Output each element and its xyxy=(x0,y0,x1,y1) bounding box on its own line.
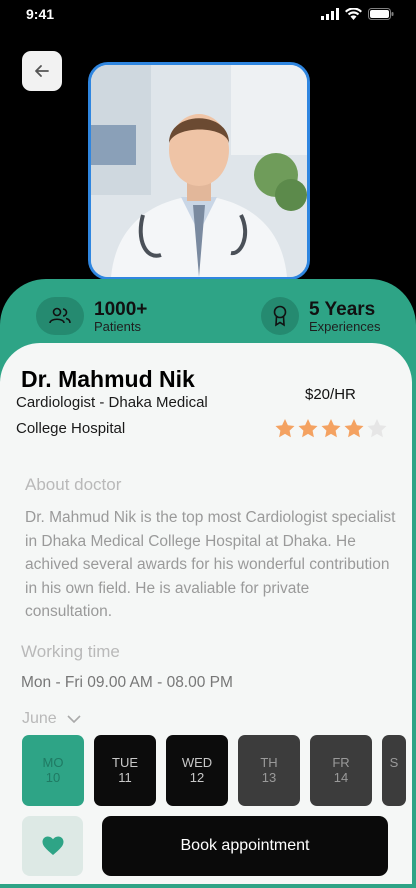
patients-stat: 1000+ Patients xyxy=(36,297,147,335)
favorite-button[interactable] xyxy=(22,816,83,876)
wifi-icon xyxy=(345,8,362,20)
arrow-left-icon xyxy=(35,65,49,77)
price-per-hour: $20/HR xyxy=(305,386,356,403)
star-icon xyxy=(275,419,295,438)
doctor-specialty: Cardiologist - Dhaka Medical College Hos… xyxy=(16,394,208,437)
day-date: 14 xyxy=(333,770,349,785)
doctor-name: Dr. Mahmud Nik xyxy=(21,366,195,392)
about-text: Dr. Mahmud Nik is the top most Cardiolog… xyxy=(25,509,396,620)
month-selector[interactable]: June xyxy=(22,710,81,728)
day-name: S xyxy=(389,755,399,770)
star-icon xyxy=(344,419,364,438)
star-icon xyxy=(321,419,341,438)
day-option[interactable]: MO 10 xyxy=(22,735,84,806)
people-icon xyxy=(36,297,84,335)
rating-stars xyxy=(275,419,387,438)
month-label: June xyxy=(22,710,57,727)
award-icon xyxy=(261,297,299,335)
about-title: About doctor xyxy=(25,475,122,494)
experience-stat: 5 Years Experiences xyxy=(261,297,381,335)
day-option[interactable]: FR 14 xyxy=(310,735,372,806)
day-option[interactable]: S xyxy=(382,735,406,806)
day-option[interactable]: WED 12 xyxy=(166,735,228,806)
star-icon xyxy=(298,419,318,438)
status-time: 9:41 xyxy=(26,6,55,22)
heart-icon xyxy=(42,836,63,855)
day-date: 12 xyxy=(189,770,205,785)
status-bar: 9:41 xyxy=(0,0,416,30)
day-date: 11 xyxy=(118,770,132,785)
status-icons xyxy=(321,8,394,20)
patients-label: Patients xyxy=(94,318,141,334)
day-name: MO xyxy=(42,755,64,770)
book-appointment-button[interactable]: Book appointment xyxy=(102,816,388,876)
working-hours: Mon - Fri 09.00 AM - 08.00 PM xyxy=(21,674,233,691)
day-option[interactable]: TH 13 xyxy=(238,735,300,806)
bottom-accent xyxy=(0,884,416,888)
patients-value: 1000+ xyxy=(94,298,148,320)
star-empty-icon xyxy=(367,419,387,438)
battery-icon xyxy=(368,8,394,20)
experience-label: Experiences xyxy=(309,318,381,334)
doctor-photo xyxy=(88,62,310,280)
day-date: 10 xyxy=(45,770,61,785)
day-picker: MO 10 TUE 11 WED 12 TH 13 FR 14 S xyxy=(22,735,406,806)
day-option[interactable]: TUE 11 xyxy=(94,735,156,806)
day-name: TH xyxy=(260,755,278,770)
chevron-down-icon xyxy=(67,715,81,723)
day-name: TUE xyxy=(112,755,138,770)
day-date: 13 xyxy=(261,770,277,785)
working-time-title: Working time xyxy=(21,642,120,661)
experience-value: 5 Years xyxy=(309,298,376,320)
day-name: FR xyxy=(332,755,350,770)
doctor-portrait xyxy=(91,65,307,277)
day-name: WED xyxy=(181,755,213,770)
signal-icon xyxy=(321,8,339,20)
back-button[interactable] xyxy=(22,51,62,91)
